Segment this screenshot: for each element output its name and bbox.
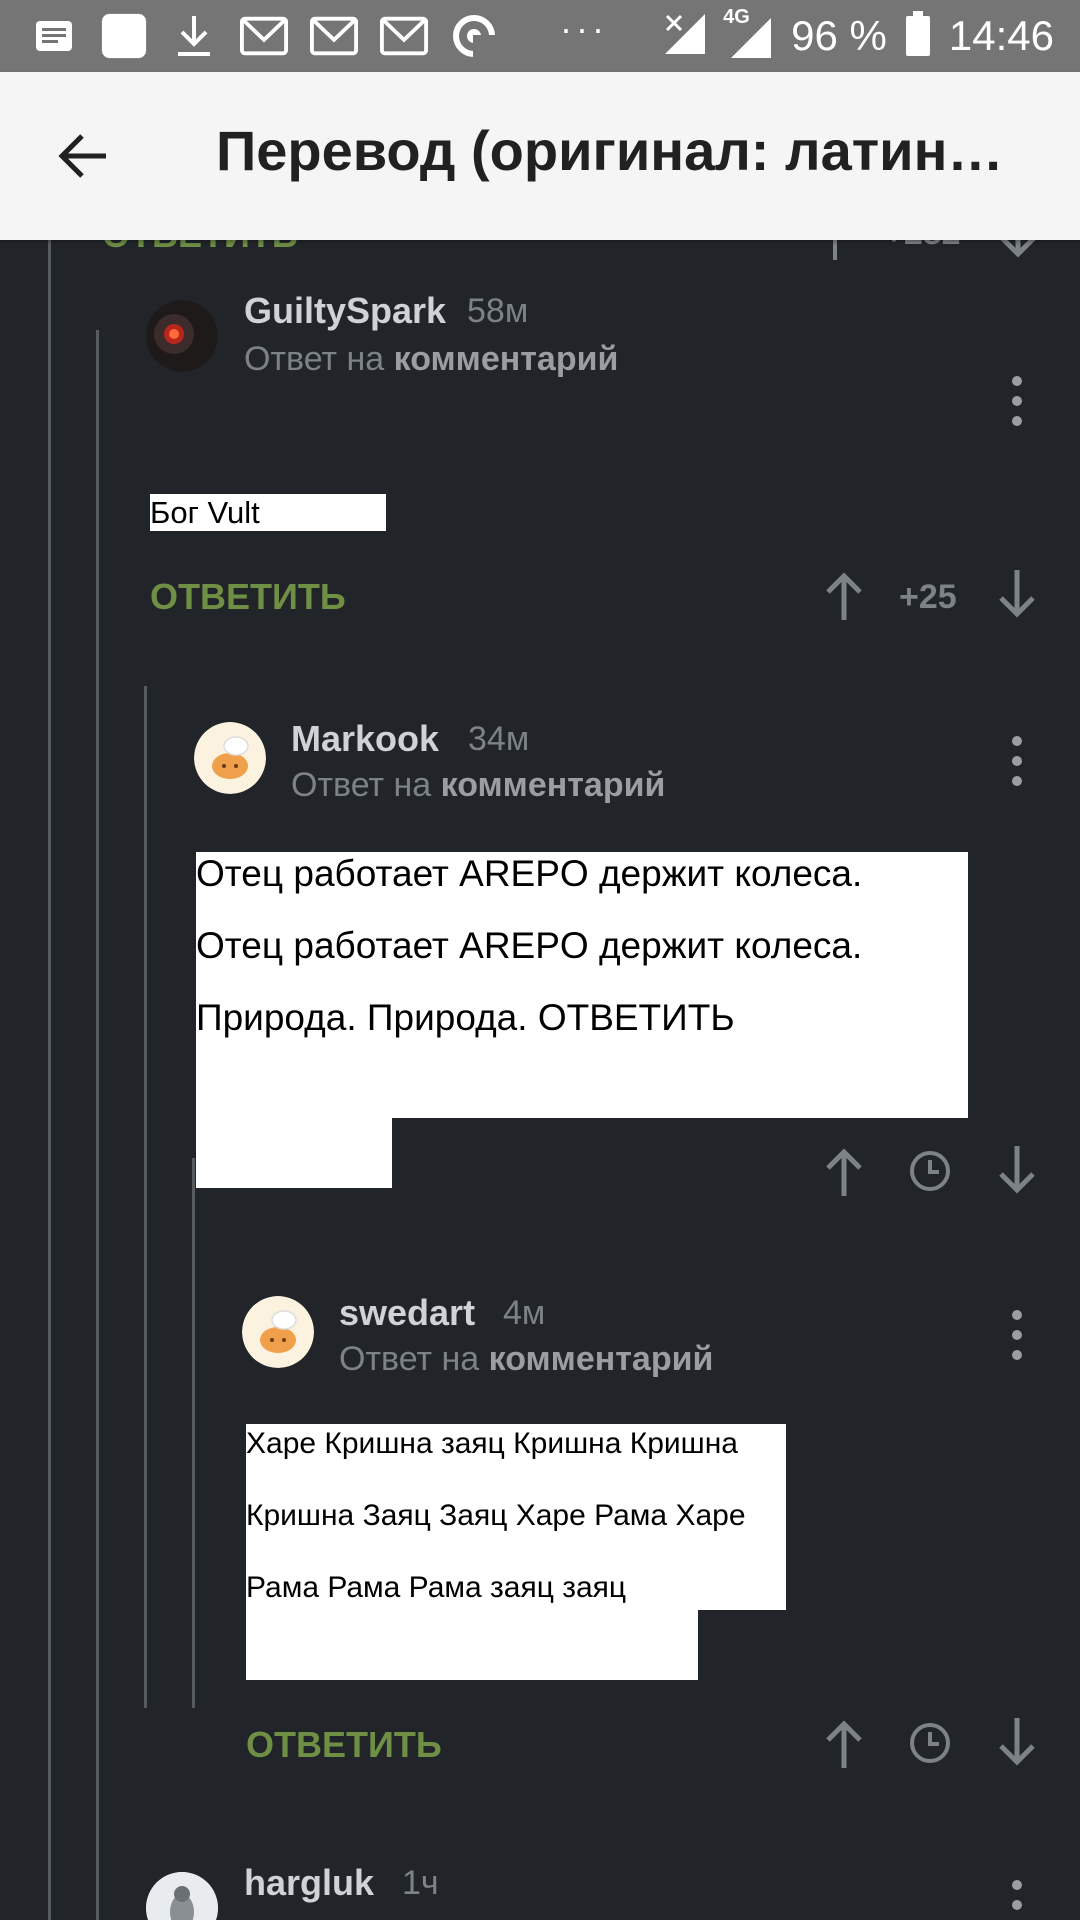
app-bar: Перевод (оригинал: латин… bbox=[0, 72, 1080, 240]
clock-icon bbox=[909, 1150, 951, 1197]
battery-icon bbox=[905, 10, 931, 62]
comment-text-line: Отец работает AREPO держит колеса. bbox=[196, 925, 863, 966]
gmail-icon bbox=[310, 12, 358, 60]
upvote-icon[interactable] bbox=[824, 1146, 864, 1201]
downvote-icon[interactable] bbox=[997, 1718, 1037, 1773]
comment-text-line: Отец работает AREPO держит колеса. bbox=[196, 853, 863, 894]
avatar[interactable] bbox=[194, 722, 266, 794]
thread-line bbox=[144, 686, 147, 1708]
reply-button[interactable]: ОТВЕТИТЬ bbox=[246, 1724, 442, 1766]
upvote-icon[interactable] bbox=[830, 240, 840, 265]
comments-thread[interactable]: ОТВЕТИТЬ +282 GuiltySpark 58м Ответ на к… bbox=[0, 240, 1080, 1920]
reply-to-line: Ответ на комментарий bbox=[339, 1340, 713, 1379]
gmail-icon bbox=[240, 12, 288, 60]
comment-text-line: Природа. Природа. ОТВЕТИТЬ bbox=[196, 997, 735, 1038]
thread-line bbox=[96, 330, 99, 1920]
reply-to-line: Ответ на комментарий bbox=[291, 766, 665, 805]
sync-icon bbox=[450, 12, 498, 60]
thread-line bbox=[48, 240, 51, 1920]
comment-text: Отец работает AREPO держит колеса. Отец … bbox=[196, 852, 968, 1118]
more-options-icon[interactable] bbox=[1007, 376, 1027, 426]
battery-percent: 96 % bbox=[791, 12, 887, 59]
reply-target-link[interactable]: комментарий bbox=[441, 766, 666, 804]
page-title: Перевод (оригинал: латин… bbox=[216, 119, 1004, 182]
comment-text: Харе Кришна заяц Кришна Кришна Кришна За… bbox=[246, 1424, 786, 1610]
comment-author[interactable]: hargluk bbox=[244, 1862, 374, 1904]
comment-text-overflow bbox=[196, 1118, 392, 1188]
reply-to-line: Ответ на комментарий bbox=[244, 340, 618, 379]
comment-text-line: Харе Кришна заяц Кришна Кришна bbox=[246, 1427, 738, 1460]
downvote-icon[interactable] bbox=[997, 1146, 1037, 1201]
comment-text: Бог Vult bbox=[150, 494, 386, 531]
avatar[interactable] bbox=[146, 300, 218, 372]
avatar[interactable] bbox=[146, 1872, 218, 1920]
comment-author[interactable]: Markook bbox=[291, 718, 439, 760]
score: +25 bbox=[899, 578, 957, 616]
clock: 14:46 bbox=[948, 12, 1054, 59]
gmail-icon bbox=[380, 12, 428, 60]
avatar[interactable] bbox=[242, 1296, 314, 1368]
upvote-icon[interactable] bbox=[824, 1718, 864, 1773]
reply-button[interactable]: ОТВЕТИТЬ bbox=[102, 240, 298, 256]
reply-target-link[interactable]: комментарий bbox=[394, 340, 619, 378]
comment-time: 1ч bbox=[402, 1864, 439, 1902]
signal-4g-icon: 4G bbox=[723, 6, 773, 60]
network-type-label: 4G bbox=[723, 6, 750, 28]
reply-prefix: Ответ на bbox=[244, 340, 385, 378]
more-options-icon[interactable] bbox=[1007, 736, 1027, 786]
reply-button[interactable]: ОТВЕТИТЬ bbox=[150, 576, 346, 618]
more-options-icon[interactable] bbox=[1007, 1880, 1027, 1920]
downvote-icon[interactable] bbox=[998, 240, 1038, 265]
comment-time: 4м bbox=[503, 1294, 546, 1332]
comment-time: 58м bbox=[467, 292, 529, 330]
more-options-icon[interactable] bbox=[1007, 1310, 1027, 1360]
more-notifications-indicator: ··· bbox=[560, 8, 608, 49]
score: +282 bbox=[884, 240, 961, 253]
reply-target-link[interactable]: комментарий bbox=[489, 1340, 714, 1378]
clock-icon bbox=[909, 1722, 951, 1769]
comment-text-line: Бог Vult bbox=[150, 495, 260, 530]
comment-text-line: Кришна Заяц Заяц Харе Рама Харе bbox=[246, 1499, 746, 1532]
reply-prefix: Ответ на bbox=[339, 1340, 480, 1378]
status-bar: ··· 4G 96 % 14:46 bbox=[0, 0, 1080, 72]
comment-author[interactable]: GuiltySpark bbox=[244, 290, 446, 332]
comment-author[interactable]: swedart bbox=[339, 1292, 475, 1334]
back-arrow-icon[interactable] bbox=[56, 128, 112, 184]
downvote-icon[interactable] bbox=[997, 570, 1037, 625]
no-signal-icon bbox=[663, 12, 707, 61]
square-notification-icon bbox=[100, 12, 148, 60]
comment-text-overflow bbox=[246, 1610, 698, 1680]
comment-time: 34м bbox=[468, 720, 530, 758]
notes-icon bbox=[30, 12, 78, 60]
download-icon bbox=[170, 12, 218, 60]
reply-prefix: Ответ на bbox=[291, 766, 432, 804]
upvote-icon[interactable] bbox=[824, 570, 864, 625]
thread-line bbox=[192, 1158, 195, 1708]
